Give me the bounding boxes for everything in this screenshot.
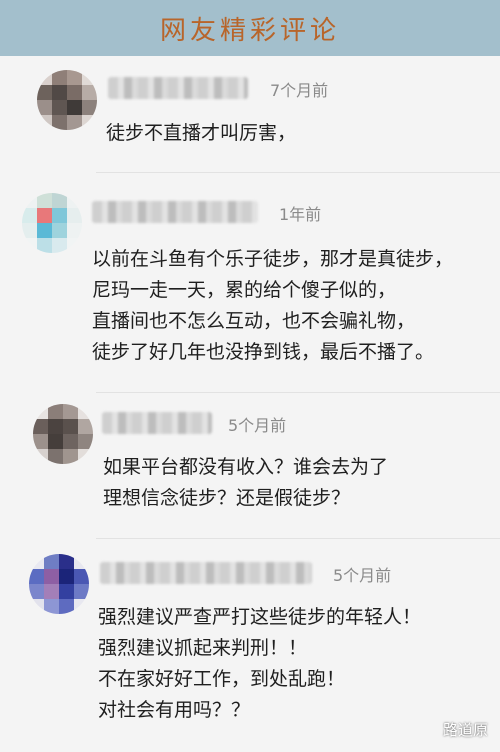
- comment-text: 徒步不直播才叫厉害，: [106, 118, 296, 149]
- avatar[interactable]: [29, 554, 89, 614]
- comment-text: 以前在斗鱼有个乐子徒步，那才是真徒步， 尼玛一走一天，累的给个傻子似的， 直播间…: [92, 244, 453, 368]
- page-title: 网友精彩评论: [159, 15, 340, 46]
- watermark: 路道原: [442, 721, 488, 739]
- comment-line: 理想信念徒步？还是假徒步？: [103, 487, 351, 509]
- comment-line: 强烈建议抓起来判刑！！: [98, 637, 308, 659]
- comment-time: 5个月前: [228, 416, 287, 435]
- divider: [96, 392, 500, 393]
- comment-text: 强烈建议严查严打这些徒步的年轻人！ 强烈建议抓起来判刑！！ 不在家好好工作，到处…: [98, 602, 421, 726]
- avatar[interactable]: [37, 70, 97, 130]
- username-blurred[interactable]: [102, 412, 212, 434]
- comment-line: 徒步了好几年也没挣到钱，最后不播了。: [92, 341, 435, 363]
- comment-line: 直播间也不怎么互动，也不会骗礼物，: [92, 310, 416, 332]
- username-blurred[interactable]: [92, 201, 258, 223]
- comment-text: 如果平台都没有收入？谁会去为了 理想信念徒步？还是假徒步？: [103, 452, 388, 514]
- comment-time: 1年前: [279, 205, 322, 224]
- avatar[interactable]: [33, 404, 93, 464]
- comment-line: 不在家好好工作，到处乱跑！: [98, 668, 346, 690]
- comment-time: 5个月前: [333, 566, 392, 585]
- divider: [96, 172, 500, 173]
- comment-line: 强烈建议严查严打这些徒步的年轻人！: [98, 606, 422, 628]
- comment-line: 如果平台都没有收入？谁会去为了: [103, 456, 389, 478]
- avatar[interactable]: [22, 193, 82, 253]
- comment-line: 徒步不直播才叫厉害，: [106, 122, 297, 144]
- comment-time: 7个月前: [270, 81, 329, 100]
- divider: [96, 538, 500, 539]
- header-bar: 网友精彩评论: [0, 0, 500, 56]
- username-blurred[interactable]: [100, 562, 312, 584]
- username-blurred[interactable]: [108, 77, 248, 99]
- comment-line: 尼玛一走一天，累的给个傻子似的，: [92, 279, 397, 301]
- comment-line: 对社会有用吗？？: [98, 699, 251, 721]
- comment-line: 以前在斗鱼有个乐子徒步，那才是真徒步，: [92, 248, 454, 270]
